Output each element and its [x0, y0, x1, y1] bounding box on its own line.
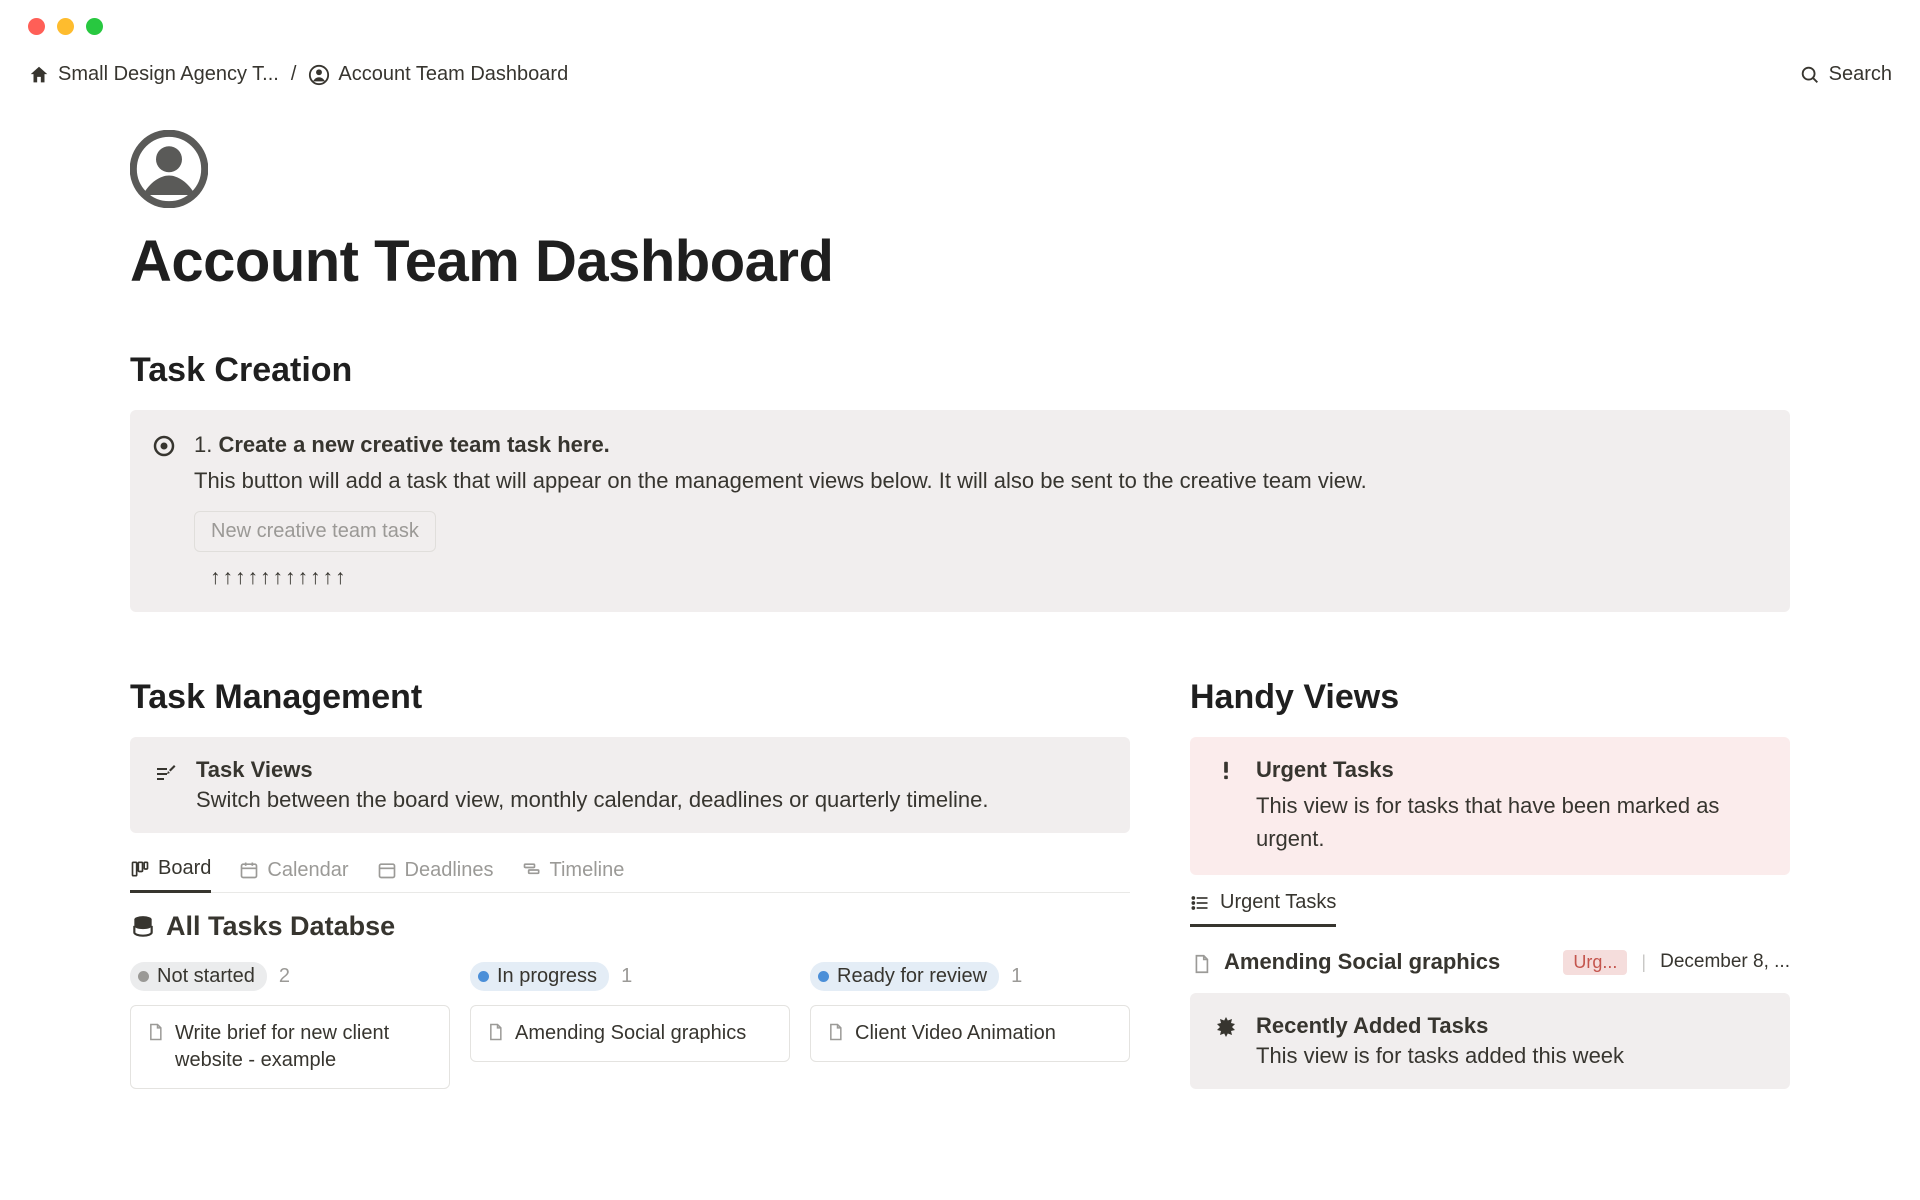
count-not-started: 2: [279, 965, 290, 988]
urgent-task-date: December 8, ...: [1660, 951, 1790, 973]
callout-title-line: 1. Create a new creative team task here.: [194, 432, 1764, 458]
tab-deadlines[interactable]: Deadlines: [377, 857, 494, 893]
new-creative-task-button[interactable]: New creative team task: [194, 511, 436, 552]
writing-icon: [154, 757, 178, 781]
count-in-progress: 1: [621, 965, 632, 988]
breadcrumb-root[interactable]: Small Design Agency T...: [28, 63, 279, 86]
tab-board[interactable]: Board: [130, 857, 211, 893]
window-controls: [0, 0, 1920, 53]
task-views-title: Task Views: [196, 757, 988, 783]
window-zoom-dot[interactable]: [86, 18, 103, 35]
timeline-icon: [522, 860, 542, 880]
urgent-tab-label: Urgent Tasks: [1220, 891, 1336, 914]
doc-icon: [825, 1022, 845, 1042]
task-creation-heading: Task Creation: [130, 351, 1790, 390]
person-circle-icon: [308, 64, 330, 86]
task-management-heading: Task Management: [130, 678, 1130, 717]
kanban-board: Not started 2 Write brief for new client…: [130, 962, 1130, 1089]
breadcrumb: Small Design Agency T... / Account Team …: [28, 63, 568, 86]
urgent-desc: This view is for tasks that have been ma…: [1256, 789, 1766, 855]
urgent-badge: Urg...: [1563, 950, 1627, 975]
callout-prefix: 1.: [194, 432, 218, 457]
database-icon: [130, 914, 156, 940]
deadlines-icon: [377, 860, 397, 880]
arrows-row: ↑↑↑↑↑↑↑↑↑↑↑: [194, 566, 1764, 590]
doc-icon: [145, 1022, 165, 1042]
breadcrumb-current[interactable]: Account Team Dashboard: [308, 63, 568, 86]
tab-calendar-label: Calendar: [267, 859, 348, 882]
page-icon[interactable]: [130, 130, 208, 208]
task-card[interactable]: Amending Social graphics: [470, 1005, 790, 1062]
board-column-ready-for-review: Ready for review 1 Client Video Animatio…: [810, 962, 1130, 1089]
breadcrumb-current-label: Account Team Dashboard: [338, 63, 568, 86]
page-body: Account Team Dashboard Task Creation 1. …: [0, 130, 1920, 1089]
breadcrumb-separator: /: [291, 63, 297, 86]
task-creation-callout: 1. Create a new creative team task here.…: [130, 410, 1790, 612]
tab-timeline-label: Timeline: [550, 859, 625, 882]
status-chip-not-started[interactable]: Not started: [130, 962, 267, 991]
callout-title: Create a new creative team task here.: [218, 432, 609, 457]
page-title: Account Team Dashboard: [130, 228, 1790, 295]
urgent-tasks-tab[interactable]: Urgent Tasks: [1190, 891, 1336, 927]
view-tabs: Board Calendar Deadlines Timeline: [130, 845, 1130, 893]
recent-callout: Recently Added Tasks This view is for ta…: [1190, 993, 1790, 1089]
burst-icon: [1214, 1013, 1238, 1037]
window-minimize-dot[interactable]: [57, 18, 74, 35]
task-views-desc: Switch between the board view, monthly c…: [196, 787, 988, 813]
count-ready: 1: [1011, 965, 1022, 988]
urgent-title: Urgent Tasks: [1256, 757, 1766, 783]
urgent-callout: Urgent Tasks This view is for tasks that…: [1190, 737, 1790, 875]
task-views-callout: Task Views Switch between the board view…: [130, 737, 1130, 833]
card-title: Write brief for new client website - exa…: [175, 1020, 435, 1074]
list-icon: [1190, 893, 1210, 913]
board-column-in-progress: In progress 1 Amending Social graphics: [470, 962, 790, 1089]
doc-icon: [1190, 953, 1210, 973]
recent-desc: This view is for tasks added this week: [1256, 1043, 1624, 1069]
handy-views-column: Handy Views Urgent Tasks This view is fo…: [1190, 678, 1790, 1089]
calendar-icon: [239, 860, 259, 880]
topbar: Small Design Agency T... / Account Team …: [0, 53, 1920, 110]
breadcrumb-root-label: Small Design Agency T...: [58, 63, 279, 86]
recent-title: Recently Added Tasks: [1256, 1013, 1624, 1039]
home-icon: [28, 64, 50, 86]
tab-board-label: Board: [158, 857, 211, 880]
status-chip-in-progress[interactable]: In progress: [470, 962, 609, 991]
tab-timeline[interactable]: Timeline: [522, 857, 625, 893]
search-icon: [1799, 64, 1821, 86]
handy-views-heading: Handy Views: [1190, 678, 1790, 717]
doc-icon: [485, 1022, 505, 1042]
card-title: Amending Social graphics: [515, 1020, 746, 1047]
status-chip-ready-for-review[interactable]: Ready for review: [810, 962, 999, 991]
task-management-column: Task Management Task Views Switch betwee…: [130, 678, 1130, 1089]
card-title: Client Video Animation: [855, 1020, 1056, 1047]
database-title[interactable]: All Tasks Databse: [130, 911, 1130, 942]
tab-deadlines-label: Deadlines: [405, 859, 494, 882]
divider-icon: |: [1641, 952, 1646, 973]
exclamation-icon: [1214, 757, 1238, 781]
search-button[interactable]: Search: [1799, 63, 1892, 86]
task-card[interactable]: Write brief for new client website - exa…: [130, 1005, 450, 1089]
search-label: Search: [1829, 63, 1892, 86]
task-card[interactable]: Client Video Animation: [810, 1005, 1130, 1062]
tab-calendar[interactable]: Calendar: [239, 857, 348, 893]
urgent-task-row[interactable]: Amending Social graphics Urg... | Decemb…: [1190, 939, 1790, 993]
board-column-not-started: Not started 2 Write brief for new client…: [130, 962, 450, 1089]
urgent-task-name: Amending Social graphics: [1224, 949, 1549, 975]
database-title-label: All Tasks Databse: [166, 911, 395, 942]
callout-desc: This button will add a task that will ap…: [194, 464, 1764, 497]
target-icon: [152, 432, 176, 456]
window-close-dot[interactable]: [28, 18, 45, 35]
board-icon: [130, 859, 150, 879]
